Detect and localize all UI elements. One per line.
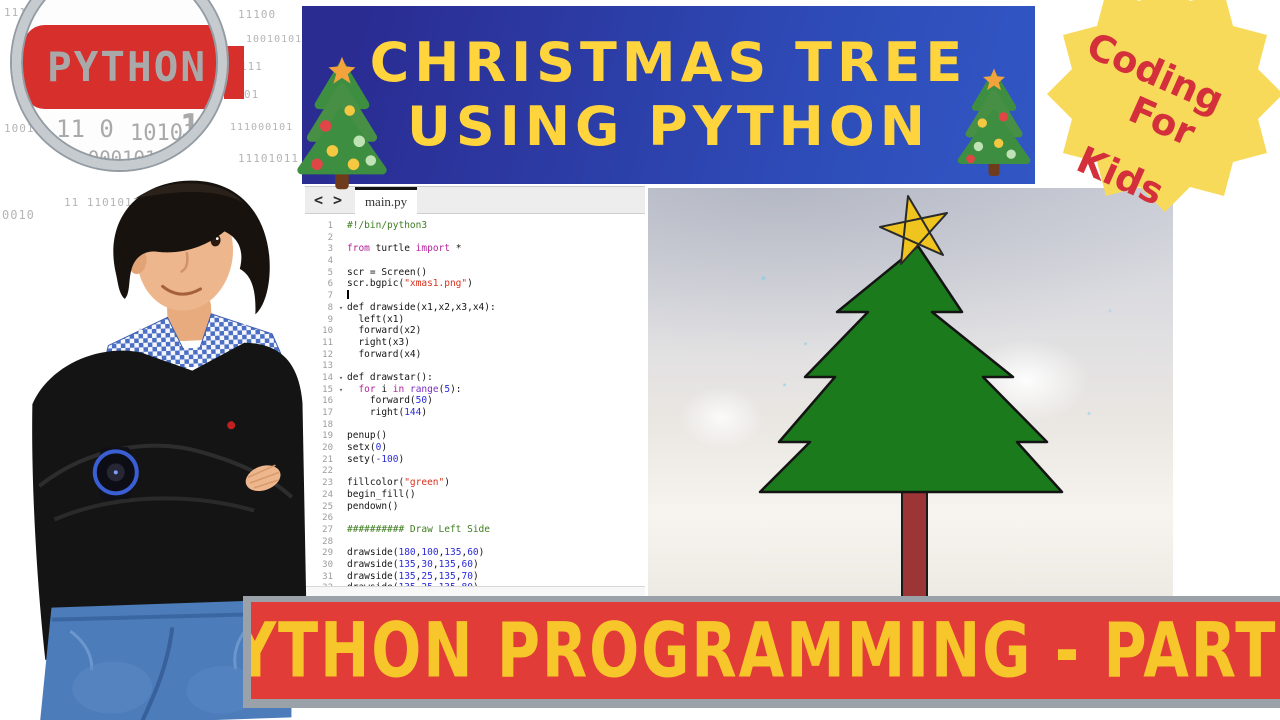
code-line[interactable]: 24 begin_fill() bbox=[305, 486, 645, 500]
code-text: pendown() bbox=[347, 501, 398, 512]
code-text: from turtle import * bbox=[347, 243, 461, 254]
code-token: turtle bbox=[375, 243, 416, 255]
code-text: scr.bgpic("xmas1.png") bbox=[347, 278, 473, 289]
code-line[interactable]: 10 forward(x2) bbox=[305, 322, 645, 336]
binary-text: 11101011 bbox=[238, 152, 299, 165]
code-line[interactable]: 27 ########## Draw Left Side bbox=[305, 521, 645, 535]
binary-text: 01 bbox=[244, 88, 260, 101]
code-line[interactable]: 1 #!/bin/python3 bbox=[305, 217, 645, 231]
binary-text: 10010101 bbox=[246, 34, 303, 45]
code-token: ) bbox=[398, 453, 405, 465]
code-text: right(144) bbox=[347, 407, 427, 418]
title-line-2: USING PYTHON bbox=[407, 95, 930, 158]
code-line[interactable]: 16 forward(50) bbox=[305, 392, 645, 407]
code-token: sety( bbox=[347, 453, 376, 465]
title-banner: CHRISTMAS TREE USING PYTHON bbox=[302, 6, 1035, 184]
code-token: ########## Draw Left Side bbox=[347, 523, 490, 535]
binary-text: 111 000101 bbox=[42, 147, 157, 169]
python-chip-extension bbox=[224, 46, 244, 99]
code-token: ) bbox=[421, 407, 428, 418]
turtle-canvas bbox=[648, 188, 1173, 598]
python-logo-label: PYTHON bbox=[46, 43, 208, 91]
binary-text: 11 0 bbox=[56, 115, 114, 143]
code-token: ) bbox=[478, 547, 485, 559]
code-line[interactable]: 29 drawside(180,100,135,60) bbox=[305, 544, 645, 559]
code-token: pendown() bbox=[347, 500, 399, 512]
code-text: #!/bin/python3 bbox=[347, 220, 427, 231]
code-line[interactable]: 6 scr.bgpic("xmas1.png") bbox=[305, 275, 645, 289]
code-lines: 1 #!/bin/python3 2 3 from turtle import * 4 5 s… bbox=[305, 214, 645, 593]
code-editor: < > main.py 1 #!/bin/python3 2 3 from turtle… bbox=[305, 186, 645, 598]
code-token: ) bbox=[467, 278, 473, 290]
code-token: ): bbox=[450, 383, 462, 395]
text-cursor bbox=[347, 290, 349, 300]
code-line[interactable]: 23 fillcolor("green") bbox=[305, 474, 645, 489]
code-text: ########## Draw Left Side bbox=[347, 524, 490, 535]
code-line[interactable]: 25 pendown() bbox=[305, 498, 645, 512]
binary-text: 111000101 bbox=[230, 122, 294, 133]
code-token: ) bbox=[444, 477, 450, 489]
christmas-tree-emoji bbox=[297, 56, 387, 190]
code-token: forward(x4) bbox=[347, 348, 422, 360]
tree-trunk bbox=[901, 489, 928, 598]
python-logo-chip: PYTHON bbox=[23, 25, 227, 109]
code-text: forward(x4) bbox=[347, 349, 421, 360]
code-line[interactable]: 8 ▾ def drawside(x1,x2,x3,x4): bbox=[305, 299, 645, 313]
nav-forward-icon[interactable]: > bbox=[328, 191, 347, 209]
code-token: from bbox=[347, 243, 376, 255]
code-line[interactable]: 3 from turtle import * bbox=[305, 240, 645, 254]
code-line[interactable]: 15 ▾ for i in range(5): bbox=[305, 381, 645, 395]
thumbnail-page: 111 0101 11100 10010101 111 01 111000101… bbox=[0, 0, 1280, 720]
code-token: 144 bbox=[404, 407, 422, 418]
code-token: "xmas1.png" bbox=[404, 278, 468, 290]
code-token: -100 bbox=[375, 453, 399, 465]
code-line[interactable]: 5 scr = Screen() bbox=[305, 264, 645, 278]
turtle-tree-drawing bbox=[758, 195, 1064, 598]
binary-text: 11100 bbox=[238, 8, 277, 21]
code-token: import bbox=[415, 243, 456, 255]
code-text: sety(-100) bbox=[347, 454, 404, 465]
footer-banner: PYTHON PROGRAMMING - PART 9 bbox=[251, 602, 1280, 699]
code-token: #!/bin/python3 bbox=[347, 220, 428, 231]
christmas-tree-emoji bbox=[957, 68, 1031, 177]
tree-body bbox=[758, 244, 1064, 494]
binary-text: 1 bbox=[180, 107, 201, 147]
code-line[interactable]: 20 setx(0) bbox=[305, 439, 645, 453]
code-line[interactable]: 14 ▾ def drawstar(): bbox=[305, 369, 645, 383]
code-token: ) bbox=[427, 395, 433, 407]
code-token: right( bbox=[347, 407, 405, 418]
code-line[interactable]: 19 penup() bbox=[305, 427, 645, 441]
code-line[interactable]: 30 drawside(135,30,135,60) bbox=[305, 556, 645, 570]
code-line[interactable]: 31 drawside(135,25,135,70) bbox=[305, 568, 645, 582]
code-token: * bbox=[455, 243, 462, 255]
code-line[interactable]: 17 right(144) bbox=[305, 404, 645, 418]
code-line[interactable]: 12 forward(x4) bbox=[305, 346, 645, 360]
title-line-1: CHRISTMAS TREE bbox=[369, 31, 968, 94]
code-line[interactable]: 11 right(x3) bbox=[305, 334, 645, 348]
code-token: scr.bgpic( bbox=[347, 278, 405, 290]
footer-title: PYTHON PROGRAMMING - PART 9 bbox=[251, 605, 1280, 696]
code-line[interactable]: 21 sety(-100) bbox=[305, 451, 645, 465]
